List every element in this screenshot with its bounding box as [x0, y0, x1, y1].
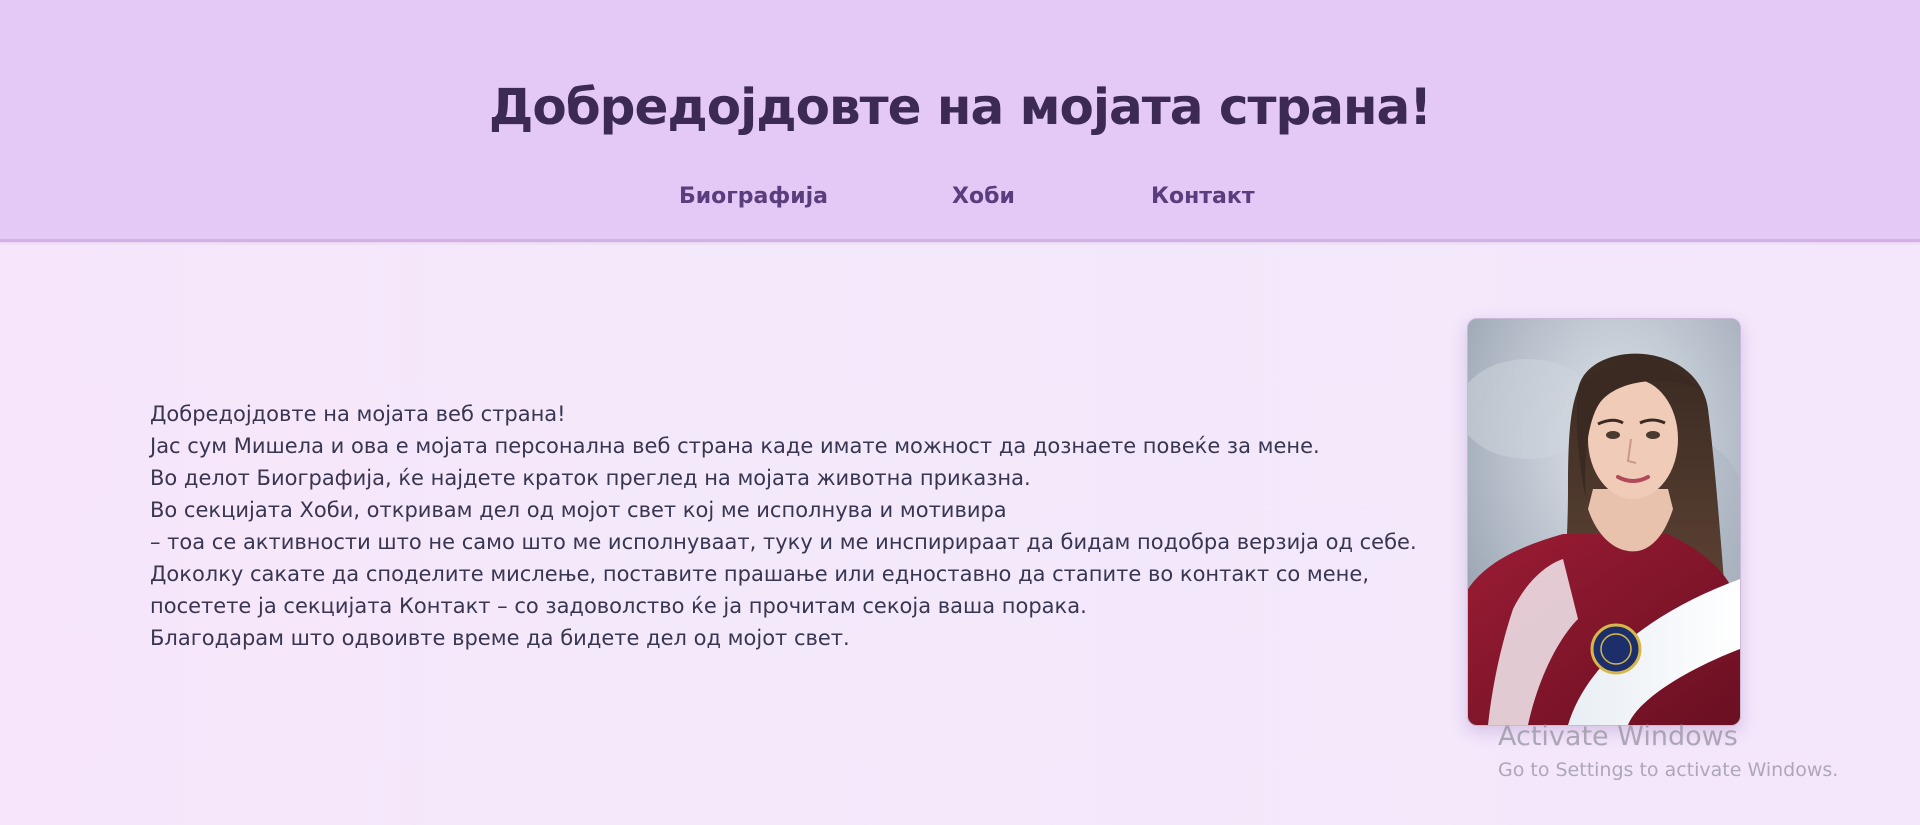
nav-link-contact[interactable]: Контакт	[1151, 181, 1255, 213]
main-nav: Биографија Хоби Контакт	[0, 181, 1920, 213]
nav-link-biography[interactable]: Биографија	[679, 181, 828, 213]
intro-line: Доколку сакате да споделите мислење, пос…	[150, 562, 1370, 586]
intro-line: – тоа се активности што не само што ме и…	[150, 530, 1417, 554]
intro-line: посетете ја секцијата Контакт – со задов…	[150, 594, 1087, 618]
windows-activation-watermark: Activate Windows Go to Settings to activ…	[1498, 718, 1838, 784]
watermark-subtitle: Go to Settings to activate Windows.	[1498, 759, 1839, 781]
nav-link-hobby[interactable]: Хоби	[952, 181, 1015, 213]
intro-line: Јас сум Мишела и ова е мојата персонална…	[150, 434, 1320, 458]
page-title: Добредојдовте на мојата страна!	[488, 78, 1432, 136]
intro-text: Добредојдовте на мојата веб страна! Јас …	[150, 398, 1430, 654]
site-header: Добредојдовте на мојата страна! Биографи…	[0, 0, 1920, 242]
intro-line: Благодарам што одвоивте време да бидете …	[150, 626, 850, 650]
profile-photo	[1467, 318, 1741, 726]
intro-line: Добредојдовте на мојата веб страна!	[150, 402, 566, 426]
watermark-title: Activate Windows	[1498, 721, 1738, 752]
intro-line: Во делот Биографија, ќе најдете краток п…	[150, 466, 1031, 490]
intro-line: Во секцијата Хоби, откривам дел од мојот…	[150, 498, 1007, 522]
